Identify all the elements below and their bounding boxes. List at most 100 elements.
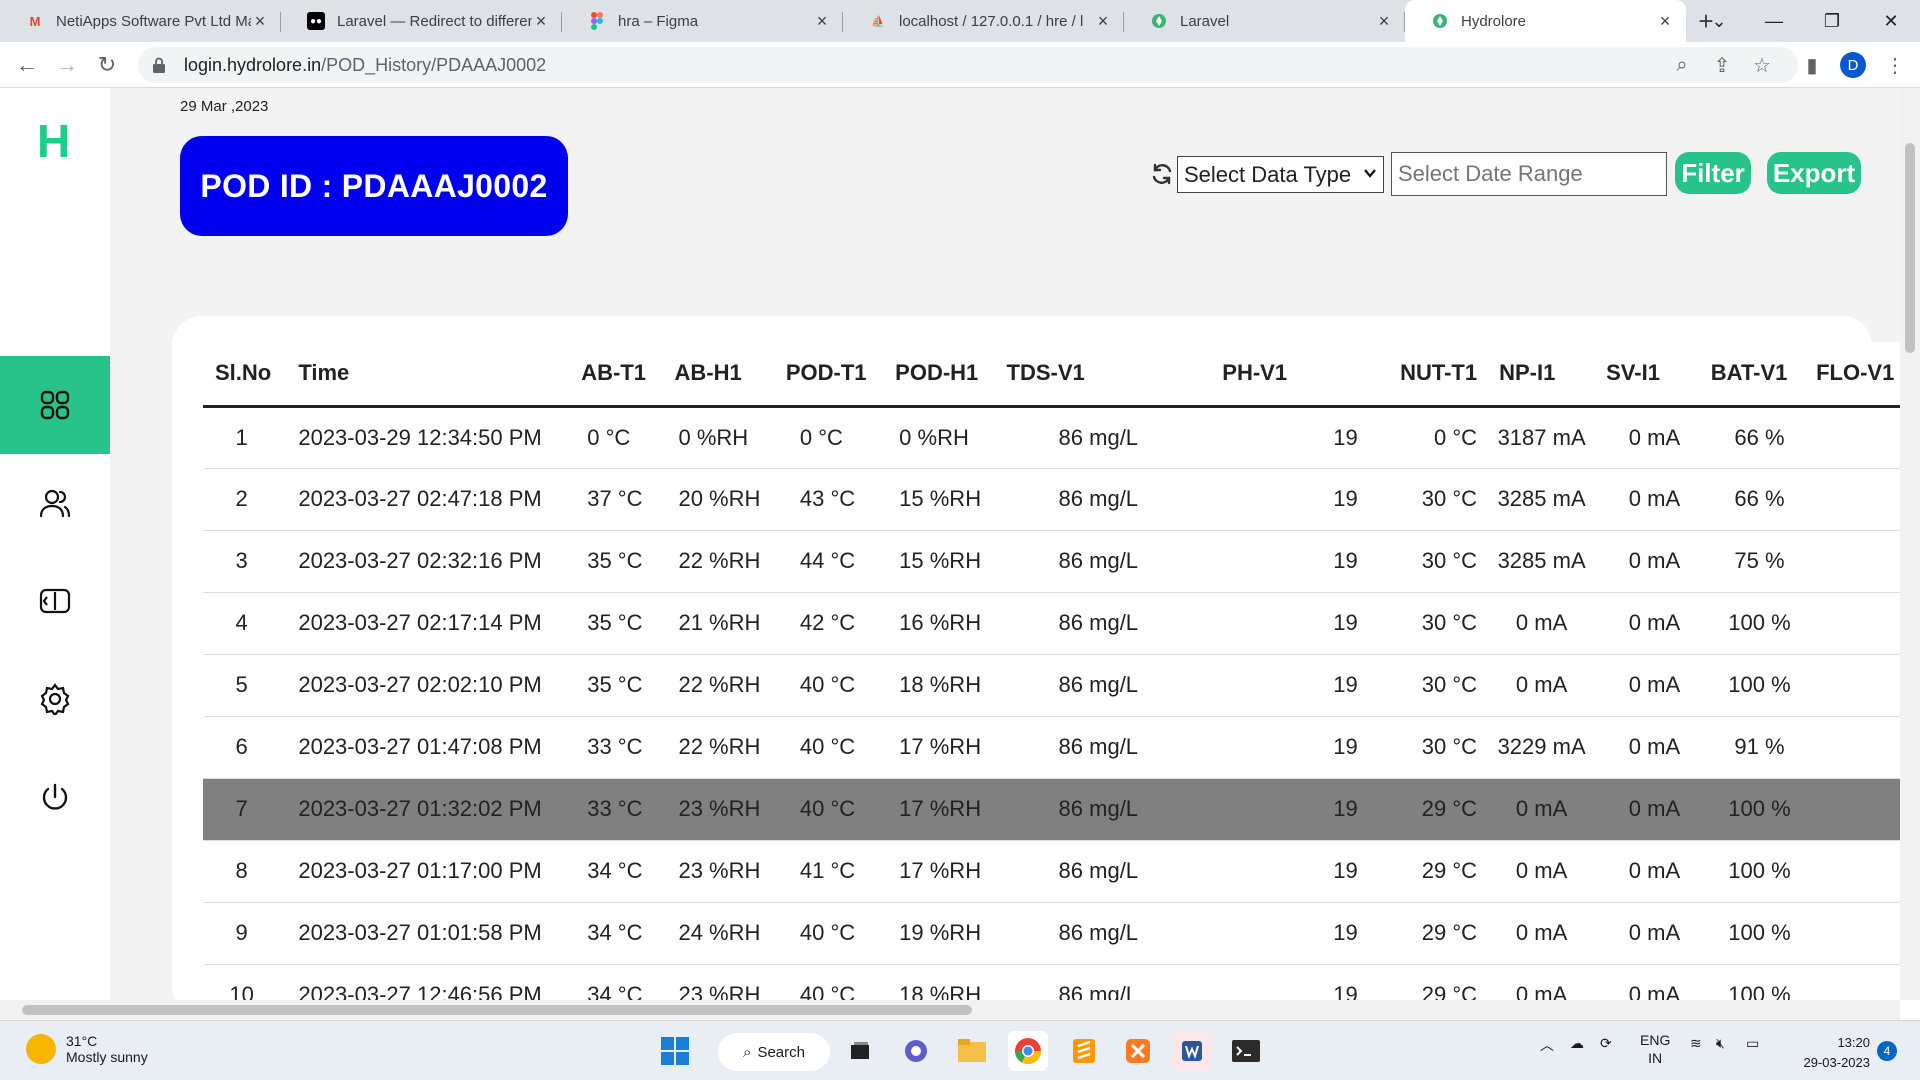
tab-title: hra – Figma (618, 12, 699, 30)
table-cell: 30 °C (1375, 654, 1482, 717)
column-header[interactable]: PH-V1 (1218, 342, 1376, 408)
close-tab-icon[interactable]: × (1375, 11, 1393, 32)
taskbar-search[interactable]: ⌕ Search (718, 1033, 830, 1071)
column-header[interactable]: Time (294, 342, 582, 408)
table-cell: 0 mA (1602, 778, 1707, 841)
table-cell: 44 °C (781, 530, 892, 593)
restore-icon[interactable]: ❐ (1803, 0, 1861, 42)
table-cell: 100 % (1706, 964, 1813, 1000)
word-app-icon[interactable] (1172, 1031, 1212, 1071)
table-cell: 2023-03-27 12:46:56 PM (294, 964, 582, 1000)
share-icon[interactable]: ⇪ (1707, 50, 1737, 80)
table-cell (1812, 468, 1900, 531)
column-header[interactable]: FLO-V1 (1812, 342, 1900, 408)
wifi-icon[interactable]: ≋ (1690, 1035, 1702, 1052)
teams-chat-icon[interactable] (896, 1031, 936, 1071)
tab-search-icon[interactable]: ⌄ (1690, 0, 1748, 42)
browser-tab[interactable]: ⛵ localhost / 127.0.0.1 / hre / l × (843, 0, 1124, 42)
url-host: login.hydrolore.in (184, 54, 322, 75)
table-cell: 23 %RH (672, 964, 782, 1000)
volume-muted-icon[interactable]: 🔇︎ (1716, 1035, 1725, 1052)
table-cell (1812, 840, 1900, 903)
table-cell: 29 °C (1375, 964, 1482, 1000)
table-body: 1 2023-03-29 12:34:50 PM 0 °C 0 %RH 0 °C 0 %R… (203, 406, 1900, 1000)
side-panel-icon[interactable]: ▮ (1797, 50, 1827, 80)
forward-icon[interactable]: → (52, 50, 82, 80)
scrollbar-thumb[interactable] (1905, 143, 1915, 353)
table-row[interactable]: 1 2023-03-29 12:34:50 PM 0 °C 0 %RH 0 °C 0 %R… (203, 406, 1900, 469)
table-row[interactable]: 8 2023-03-27 01:17:00 PM 34 °C 23 %RH 41 °C 1… (203, 840, 1900, 903)
notification-badge[interactable]: 4 (1877, 1041, 1897, 1061)
browser-tab[interactable]: M NetiApps Software Pvt Ltd Ma × (0, 0, 281, 42)
table-row[interactable]: 2 2023-03-27 02:47:18 PM 37 °C 20 %RH 43 °C 1… (203, 468, 1900, 531)
battery-icon[interactable]: ▭ (1746, 1035, 1759, 1052)
profile-avatar[interactable]: D (1840, 52, 1866, 78)
table-row[interactable]: 3 2023-03-27 02:32:16 PM 35 °C 22 %RH 44 °C 1… (203, 530, 1900, 593)
table-row[interactable]: 6 2023-03-27 01:47:08 PM 33 °C 22 %RH 40 °C 1… (203, 716, 1900, 779)
zoom-icon[interactable]: ⌕ (1667, 50, 1697, 80)
table-cell: 0 °C (1375, 406, 1482, 469)
sync-icon[interactable]: ⟳ (1600, 1035, 1612, 1052)
table-row[interactable]: 7 2023-03-27 01:32:02 PM 33 °C 23 %RH 40 °C 1… (203, 778, 1900, 841)
terminal-icon[interactable] (1226, 1031, 1266, 1071)
language-indicator[interactable]: ENG IN (1640, 1031, 1670, 1067)
reload-icon[interactable]: ↻ (92, 50, 122, 80)
column-header[interactable]: NUT-T1 (1375, 342, 1482, 408)
minimize-icon[interactable]: — (1745, 0, 1803, 42)
table-cell: 6 (203, 716, 295, 779)
address-toolbar: ← → ↻ login.hydrolore.in/POD_History/PDA… (0, 42, 1920, 88)
close-tab-icon[interactable]: × (532, 11, 550, 32)
browser-tab[interactable]: Laravel × (1124, 0, 1405, 42)
table-row[interactable]: 4 2023-03-27 02:17:14 PM 35 °C 21 %RH 42 °C 1… (203, 592, 1900, 655)
tray-overflow-icon[interactable]: ︿ (1540, 1035, 1554, 1055)
url-bar[interactable]: login.hydrolore.in/POD_History/PDAAAJ000… (138, 47, 1798, 83)
column-header[interactable]: POD-T1 (781, 342, 892, 408)
bookmark-star-icon[interactable]: ☆ (1747, 50, 1777, 80)
column-header[interactable]: POD-H1 (891, 342, 1003, 408)
close-tab-icon[interactable]: × (1656, 11, 1674, 32)
close-tab-icon[interactable]: × (1094, 11, 1112, 32)
close-tab-icon[interactable]: × (813, 11, 831, 32)
table-row[interactable]: 9 2023-03-27 01:01:58 PM 34 °C 24 %RH 40 °C 1… (203, 902, 1900, 965)
table-cell: 0 mA (1602, 840, 1707, 903)
sublime-text-icon[interactable] (1064, 1031, 1104, 1071)
table-cell: 1 (203, 406, 295, 469)
close-tab-icon[interactable]: × (251, 11, 269, 32)
table-cell: 86 mg/L (1002, 654, 1219, 717)
table-cell: 22 %RH (672, 716, 782, 779)
back-icon[interactable]: ← (12, 50, 42, 80)
column-header[interactable]: SV-I1 (1602, 342, 1707, 408)
close-window-icon[interactable]: ✕ (1862, 0, 1920, 42)
browser-tab[interactable]: hra – Figma × (562, 0, 843, 42)
url-path: /POD_History/PDAAAJ0002 (321, 54, 547, 75)
table-cell: 30 °C (1375, 716, 1482, 779)
scrollbar-thumb[interactable] (22, 1005, 972, 1015)
column-header[interactable]: TDS-V1 (1002, 342, 1219, 408)
weather-sun-icon (26, 1034, 56, 1064)
column-header[interactable]: NP-I1 (1481, 342, 1603, 408)
table-cell: 23 %RH (672, 840, 782, 903)
column-header[interactable]: AB-T1 (581, 342, 673, 408)
file-explorer-icon[interactable] (952, 1031, 992, 1071)
column-header[interactable]: AB-H1 (672, 342, 782, 408)
table-row[interactable]: 5 2023-03-27 02:02:10 PM 35 °C 22 %RH 40 °C 1… (203, 654, 1900, 717)
browser-tab[interactable]: ●● Laravel — Redirect to differen × (281, 0, 562, 42)
column-header[interactable]: Sl.No (203, 342, 295, 408)
task-view-icon[interactable] (840, 1031, 880, 1071)
windows-start-icon[interactable] (655, 1031, 695, 1071)
table-cell: 0 mA (1481, 592, 1603, 655)
column-header[interactable]: BAT-V1 (1706, 342, 1813, 408)
onedrive-icon[interactable]: ☁ (1570, 1035, 1584, 1052)
browser-menu-icon[interactable]: ⋮ (1880, 50, 1910, 80)
xampp-icon[interactable] (1118, 1031, 1158, 1071)
system-clock[interactable]: 13:20 29-03-2023 (1790, 1033, 1871, 1073)
table-cell: 2023-03-27 02:47:18 PM (294, 468, 582, 531)
weather-widget[interactable]: 31°C Mostly sunny (26, 1033, 148, 1065)
horizontal-scrollbar[interactable] (0, 1000, 1900, 1020)
chrome-icon[interactable] (1008, 1031, 1048, 1071)
browser-tab-active[interactable]: Hydrolore × (1405, 0, 1686, 42)
vertical-scrollbar[interactable] (1900, 88, 1920, 1000)
table-cell: 19 (1218, 778, 1376, 841)
table-row[interactable]: 10 2023-03-27 12:46:56 PM 34 °C 23 %RH 40 °C… (203, 964, 1900, 1000)
figma-icon (588, 12, 606, 30)
